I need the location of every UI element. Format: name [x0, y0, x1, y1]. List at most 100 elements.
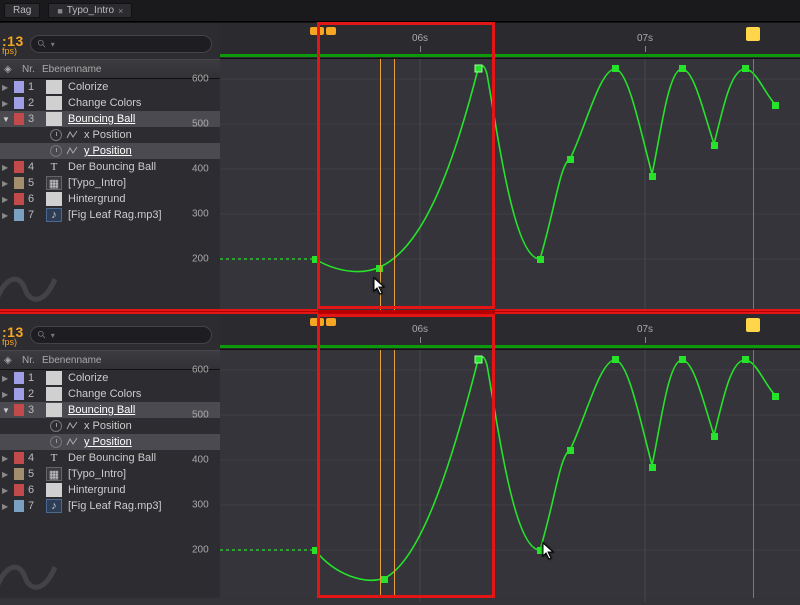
layer-row[interactable]: ▶ 4 T Der Bouncing Ball: [0, 159, 220, 175]
solid-icon: [46, 112, 62, 126]
property-name[interactable]: y Position: [82, 145, 220, 157]
layer-row[interactable]: ▶ 5 ▦ [Typo_Intro]: [0, 175, 220, 191]
graph-editor-icon[interactable]: [66, 145, 78, 157]
layer-color-label[interactable]: [14, 81, 24, 93]
y-axis-label: 600: [192, 74, 209, 85]
y-axis-label: 400: [192, 164, 209, 175]
graph-svg: [220, 350, 800, 602]
layer-color-label[interactable]: [14, 452, 24, 464]
timecode-row: :13 fps) ▾: [0, 314, 220, 350]
twirl-icon[interactable]: ▶: [2, 99, 10, 108]
graph-editor[interactable]: 06s 07s 600 500 400 300 200: [220, 23, 800, 310]
layer-row[interactable]: ▶ 7 ♪ [Fig Leaf Rag.mp3]: [0, 207, 220, 223]
search-input[interactable]: ▾: [30, 326, 212, 344]
layer-row[interactable]: ▶ 5 ▦ [Typo_Intro]: [0, 466, 220, 482]
layer-color-label[interactable]: [14, 500, 24, 512]
current-time-indicator-line[interactable]: [753, 59, 754, 310]
layer-row[interactable]: ▶ 1 Colorize: [0, 79, 220, 95]
layer-row[interactable]: ▼ 3 Bouncing Ball: [0, 111, 220, 127]
layer-color-label[interactable]: [14, 177, 24, 189]
property-row[interactable]: y Position: [0, 143, 220, 159]
stopwatch-icon[interactable]: [50, 436, 62, 448]
work-area-start-handle[interactable]: [310, 318, 324, 326]
tab-typo-intro[interactable]: ■ Typo_Intro ×: [48, 3, 132, 18]
twirl-icon[interactable]: ▶: [2, 163, 10, 172]
graph-editor-icon[interactable]: [66, 436, 78, 448]
solid-icon: [46, 403, 62, 417]
current-time-indicator-head[interactable]: [746, 318, 760, 332]
graph-editor-icon[interactable]: [66, 129, 78, 141]
time-ruler[interactable]: 06s 07s: [220, 314, 800, 350]
layer-row[interactable]: ▶ 6 Hintergrund: [0, 191, 220, 207]
property-row[interactable]: x Position: [0, 418, 220, 434]
layer-color-label[interactable]: [14, 161, 24, 173]
layer-name[interactable]: Change Colors: [66, 97, 220, 109]
current-time-indicator-head[interactable]: [746, 27, 760, 41]
current-timecode[interactable]: :13 fps): [2, 324, 24, 347]
watermark-icon: [0, 264, 60, 310]
graph-editor-icon[interactable]: [66, 420, 78, 432]
work-area-start-handle[interactable]: [310, 27, 324, 35]
twirl-icon[interactable]: ▶: [2, 390, 10, 399]
layer-color-label[interactable]: [14, 113, 24, 125]
graph-editor[interactable]: 06s 07s 600 500 400 300 200: [220, 314, 800, 598]
property-name[interactable]: x Position: [82, 129, 220, 141]
graph-area[interactable]: 600 500 400 300 200: [220, 350, 800, 598]
y-axis-label: 200: [192, 545, 209, 556]
layer-row[interactable]: ▶ 2 Change Colors: [0, 95, 220, 111]
twirl-icon[interactable]: ▶: [2, 454, 10, 463]
layer-color-label[interactable]: [14, 372, 24, 384]
column-nr: Nr.: [22, 64, 38, 75]
work-area-handle[interactable]: [326, 318, 336, 326]
layer-color-label[interactable]: [14, 468, 24, 480]
property-row[interactable]: x Position: [0, 127, 220, 143]
close-icon[interactable]: ×: [118, 6, 123, 16]
layer-name[interactable]: Change Colors: [66, 388, 220, 400]
column-nr: Nr.: [22, 355, 38, 366]
layer-name[interactable]: [Typo_Intro]: [66, 468, 220, 480]
ruler-tick-06s: 06s: [412, 33, 428, 44]
twirl-icon[interactable]: ▶: [2, 211, 10, 220]
layer-color-label[interactable]: [14, 97, 24, 109]
property-name[interactable]: x Position: [82, 420, 220, 432]
twirl-icon[interactable]: ▶: [2, 83, 10, 92]
y-axis-label: 300: [192, 209, 209, 220]
stopwatch-icon[interactable]: [50, 145, 62, 157]
twirl-icon[interactable]: ▶: [2, 502, 10, 511]
layer-color-label[interactable]: [14, 193, 24, 205]
layer-name[interactable]: [Typo_Intro]: [66, 177, 220, 189]
twirl-icon[interactable]: ▶: [2, 486, 10, 495]
stopwatch-icon[interactable]: [50, 420, 62, 432]
layer-color-label[interactable]: [14, 388, 24, 400]
twirl-icon[interactable]: ▶: [2, 195, 10, 204]
current-time-indicator-line[interactable]: [753, 350, 754, 598]
layer-color-label[interactable]: [14, 404, 24, 416]
y-axis-label: 500: [192, 410, 209, 421]
twirl-icon[interactable]: ▼: [2, 406, 10, 415]
layer-row[interactable]: ▶ 7 ♪ [Fig Leaf Rag.mp3]: [0, 498, 220, 514]
property-row[interactable]: y Position: [0, 434, 220, 450]
tab-rag[interactable]: Rag: [4, 3, 40, 18]
layer-row[interactable]: ▶ 6 Hintergrund: [0, 482, 220, 498]
stopwatch-icon[interactable]: [50, 129, 62, 141]
time-ruler[interactable]: 06s 07s: [220, 23, 800, 59]
layer-row[interactable]: ▶ 4 T Der Bouncing Ball: [0, 450, 220, 466]
search-input[interactable]: ▾: [30, 35, 212, 53]
twirl-icon[interactable]: ▶: [2, 179, 10, 188]
text-layer-icon: T: [46, 451, 62, 465]
twirl-icon[interactable]: ▶: [2, 374, 10, 383]
twirl-icon[interactable]: ▼: [2, 115, 10, 124]
current-timecode[interactable]: :13 fps): [2, 33, 24, 56]
layer-color-label[interactable]: [14, 484, 24, 496]
layer-color-label[interactable]: [14, 209, 24, 221]
layer-name[interactable]: Hintergrund: [66, 484, 220, 496]
graph-area[interactable]: 600 500 400 300 200: [220, 59, 800, 310]
work-area-handle[interactable]: [326, 27, 336, 35]
twirl-icon[interactable]: ▶: [2, 470, 10, 479]
layer-row[interactable]: ▶ 2 Change Colors: [0, 386, 220, 402]
property-name[interactable]: y Position: [82, 436, 220, 448]
layer-row[interactable]: ▶ 1 Colorize: [0, 370, 220, 386]
comp-icon: ▦: [46, 467, 62, 481]
layer-row[interactable]: ▼ 3 Bouncing Ball: [0, 402, 220, 418]
layer-name[interactable]: Hintergrund: [66, 193, 220, 205]
